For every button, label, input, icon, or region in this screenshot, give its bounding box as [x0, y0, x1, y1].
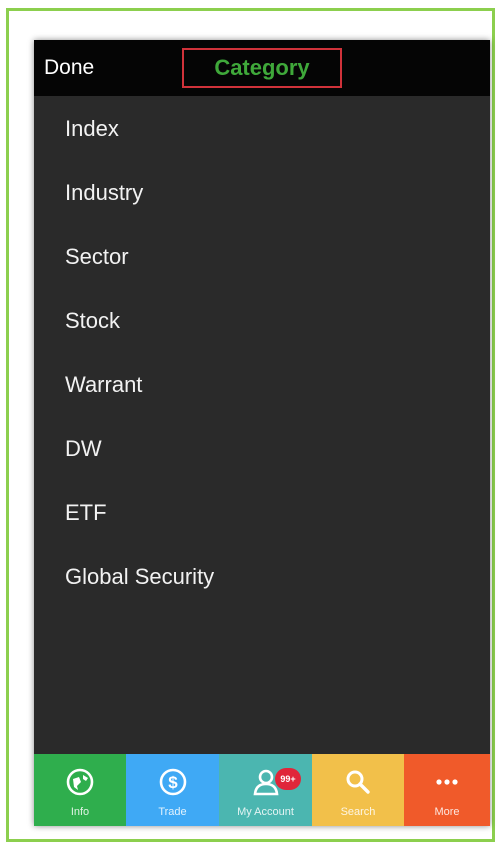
more-dots-icon — [436, 779, 458, 785]
globe-icon — [66, 768, 94, 796]
tab-my-account-label: My Account — [237, 806, 294, 818]
category-item-sector[interactable]: Sector — [65, 244, 129, 270]
navigation-bar: Done Category — [34, 40, 490, 96]
dollar-icon: $ — [159, 768, 186, 796]
page-title: Category — [214, 55, 310, 80]
category-item-global-security[interactable]: Global Security — [65, 564, 214, 590]
tab-trade-label: Trade — [158, 806, 187, 818]
title-highlight-box: Category — [182, 48, 342, 88]
category-item-index[interactable]: Index — [65, 116, 119, 142]
tab-search-label: Search — [340, 806, 376, 818]
tab-bar: Info $ Trade 99+ My Account Search More — [34, 754, 490, 826]
tab-trade[interactable]: $ Trade — [126, 754, 219, 826]
tab-more[interactable]: More — [404, 754, 490, 826]
category-item-etf[interactable]: ETF — [65, 500, 107, 526]
category-item-dw[interactable]: DW — [65, 436, 102, 462]
category-item-warrant[interactable]: Warrant — [65, 372, 142, 398]
category-item-stock[interactable]: Stock — [65, 308, 120, 334]
svg-text:$: $ — [168, 773, 178, 792]
tab-search[interactable]: Search — [312, 754, 404, 826]
tab-info-label: Info — [70, 806, 90, 818]
done-button[interactable]: Done — [44, 56, 94, 80]
tab-my-account[interactable]: 99+ My Account — [219, 754, 312, 826]
tab-more-label: More — [434, 806, 460, 818]
tab-info[interactable]: Info — [34, 754, 126, 826]
search-icon — [346, 770, 370, 794]
category-item-industry[interactable]: Industry — [65, 180, 143, 206]
notification-badge: 99+ — [275, 768, 301, 790]
app-screen: Done Category Index Industry Sector Stoc… — [34, 40, 490, 826]
